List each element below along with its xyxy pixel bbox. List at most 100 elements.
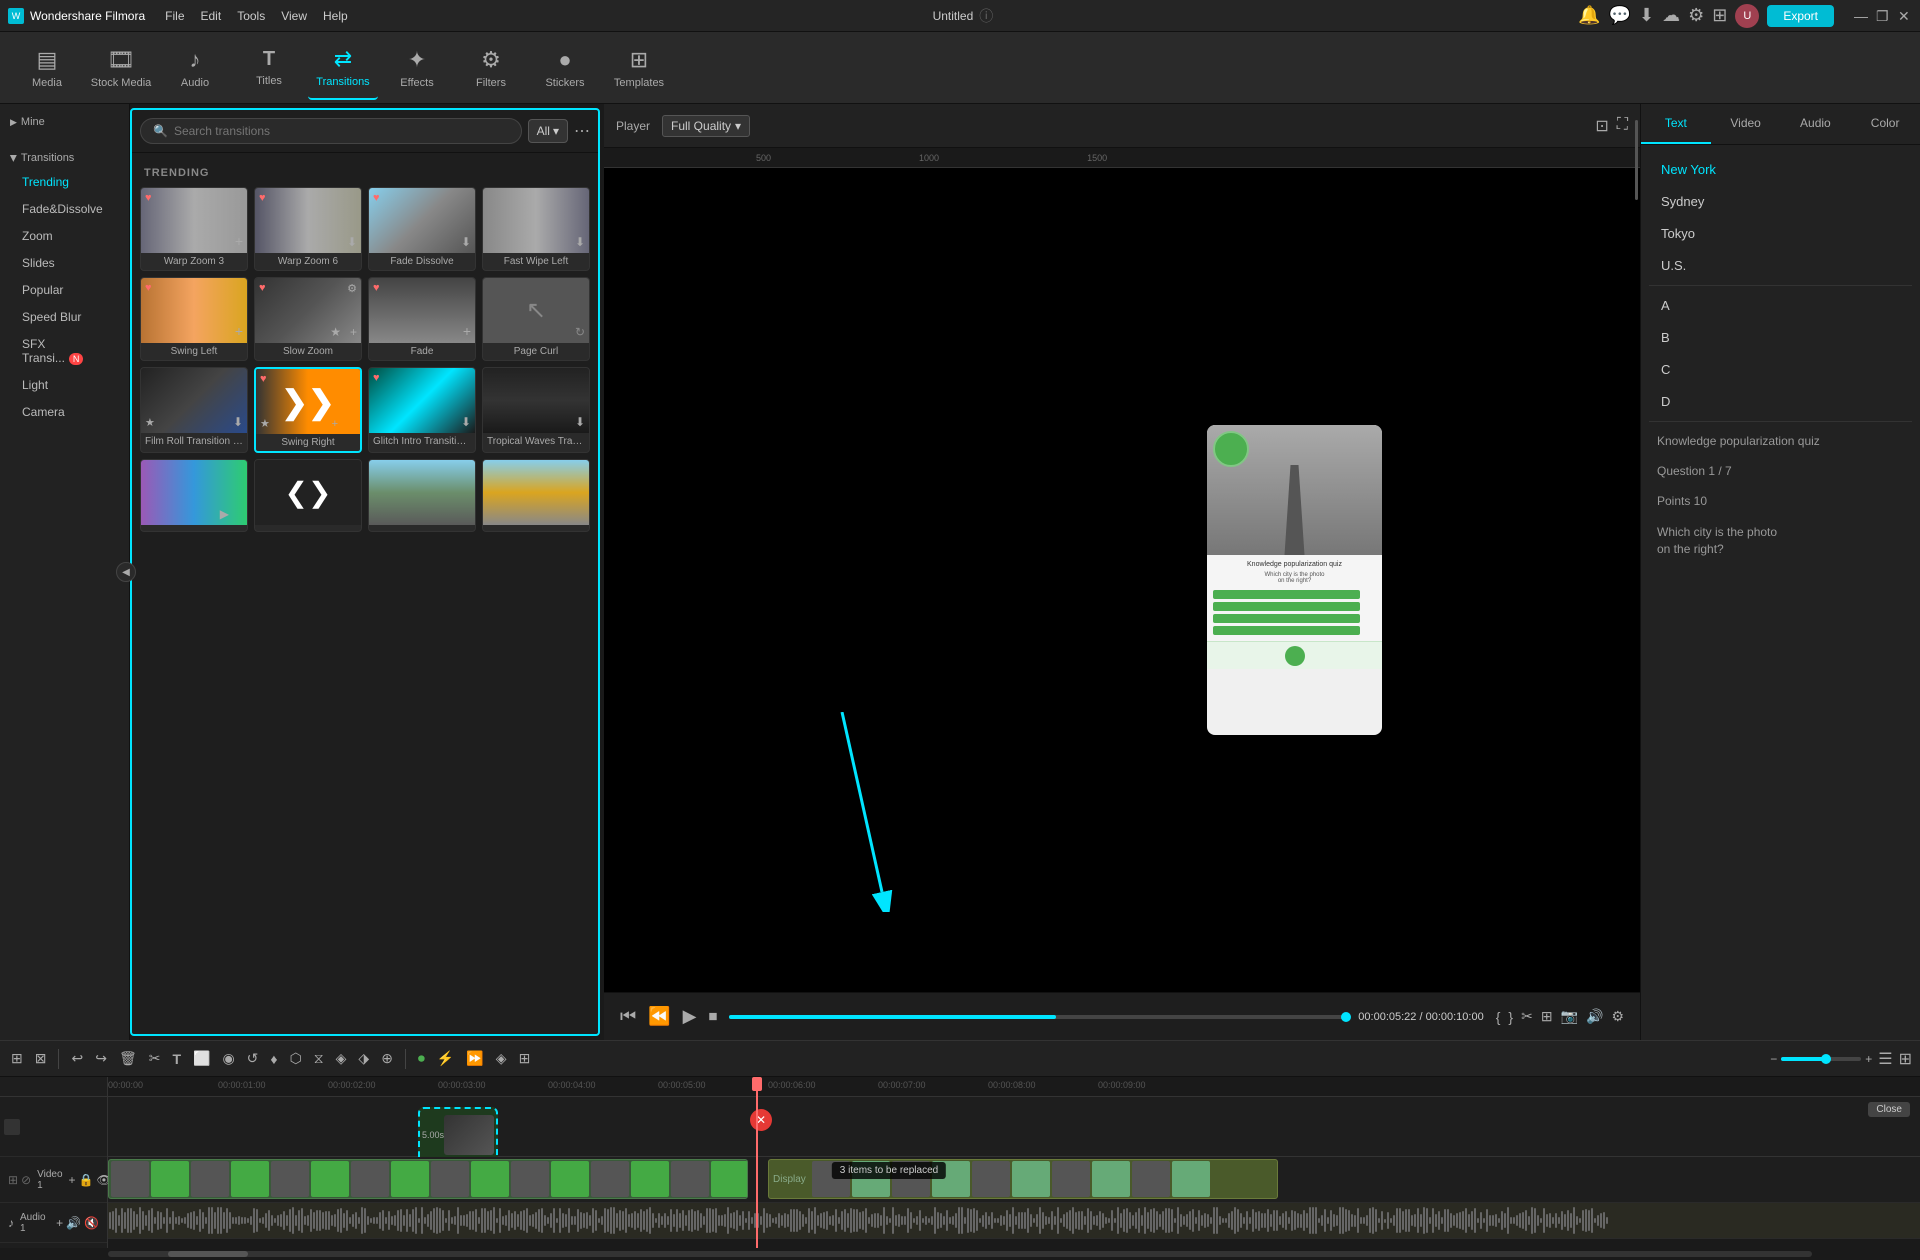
- track-link-icon[interactable]: ⊘: [21, 1173, 31, 1187]
- transition-swing-left[interactable]: ♥ + Swing Left: [140, 277, 248, 361]
- text-option-new-york[interactable]: New York: [1645, 154, 1916, 185]
- add-video-icon[interactable]: +: [69, 1173, 76, 1187]
- tl-snap-btn[interactable]: ⊞: [8, 1047, 26, 1070]
- cloud-icon[interactable]: ☁: [1662, 5, 1680, 26]
- transition-item-15[interactable]: [368, 459, 476, 532]
- transition-glitch-intro[interactable]: ♥ ⬇ Glitch Intro Transition 09: [368, 367, 476, 453]
- tool-stock-media[interactable]: 🎞 Stock Media: [86, 36, 156, 100]
- tl-delete-btn[interactable]: 🗑: [116, 1047, 140, 1070]
- tool-transitions[interactable]: ⇄ Transitions: [308, 36, 378, 100]
- text-option-d[interactable]: D: [1645, 386, 1916, 417]
- tl-grid-view-btn[interactable]: ⊞: [1899, 1049, 1912, 1069]
- search-input[interactable]: [174, 124, 509, 138]
- tab-color[interactable]: Color: [1850, 104, 1920, 144]
- tl-clock-btn[interactable]: ⧖: [311, 1047, 327, 1070]
- scroll-thumb[interactable]: [168, 1251, 248, 1257]
- snapshot-icon[interactable]: 📷: [1561, 1008, 1578, 1025]
- close-button[interactable]: ✕: [1898, 9, 1912, 23]
- add-audio-icon[interactable]: +: [56, 1216, 63, 1230]
- zoom-slider[interactable]: [1781, 1057, 1861, 1061]
- minimize-button[interactable]: —: [1854, 9, 1868, 23]
- tl-composite-btn[interactable]: ◈: [333, 1047, 350, 1070]
- settings-ctrl-icon[interactable]: ⚙: [1611, 1008, 1624, 1025]
- playhead[interactable]: [756, 1077, 758, 1096]
- tl-rect-btn[interactable]: ⬜: [190, 1047, 213, 1070]
- audio-mute-icon[interactable]: 🔇: [84, 1216, 99, 1230]
- tl-circle-btn[interactable]: ◉: [219, 1047, 237, 1070]
- transition-item-16[interactable]: [482, 459, 590, 532]
- tl-redo-btn[interactable]: ↪: [92, 1047, 110, 1070]
- transition-swing-right[interactable]: ♥ ★ + ❯❯ Swing Right: [254, 367, 362, 453]
- transition-warp-zoom-6[interactable]: ♥ ⬇ Warp Zoom 6: [254, 187, 362, 271]
- zoom-in-icon[interactable]: +: [1865, 1052, 1872, 1066]
- transition-fade[interactable]: ♥ + Fade: [368, 277, 476, 361]
- tool-audio[interactable]: ♪ Audio: [160, 36, 230, 100]
- close-btn[interactable]: Close: [1868, 1102, 1910, 1117]
- transition-film-roll[interactable]: ⬇ ★ Film Roll Transition 01: [140, 367, 248, 453]
- video-clip-1[interactable]: [108, 1159, 748, 1199]
- tl-speed-btn[interactable]: ⏩: [463, 1047, 486, 1070]
- menu-tools[interactable]: Tools: [237, 9, 265, 23]
- audio-volume-icon[interactable]: 🔊: [66, 1216, 81, 1230]
- nav-trending[interactable]: Trending: [6, 169, 123, 195]
- tl-crop-btn[interactable]: ⊞: [516, 1047, 534, 1070]
- transition-fade-dissolve[interactable]: ♥ ⬇ Fade Dissolve: [368, 187, 476, 271]
- tl-add-btn[interactable]: ⊕: [378, 1047, 396, 1070]
- sub-item-points[interactable]: Points 10: [1641, 486, 1920, 516]
- right-scrollbar[interactable]: [1635, 120, 1638, 200]
- menu-view[interactable]: View: [281, 9, 307, 23]
- close-button[interactable]: Close: [1868, 1101, 1910, 1117]
- tool-effects[interactable]: ✦ Effects: [382, 36, 452, 100]
- sub-item-quiz[interactable]: Knowledge popularization quiz: [1641, 426, 1920, 456]
- nav-camera[interactable]: Camera: [6, 399, 123, 425]
- bracket-in-icon[interactable]: {: [1496, 1009, 1501, 1025]
- avatar[interactable]: U: [1735, 4, 1759, 28]
- transition-item-14[interactable]: ❮❯: [254, 459, 362, 532]
- tl-ai-btn[interactable]: ⚡: [434, 1047, 457, 1070]
- transition-item-13[interactable]: ▶: [140, 459, 248, 532]
- nav-speed-blur[interactable]: Speed Blur: [6, 304, 123, 330]
- tab-video[interactable]: Video: [1711, 104, 1781, 144]
- video-lock-icon[interactable]: 🔒: [79, 1173, 94, 1187]
- tl-diamond-btn[interactable]: ♦: [267, 1048, 280, 1070]
- scroll-track[interactable]: [108, 1251, 1812, 1257]
- mine-header[interactable]: ▶ Mine: [0, 112, 129, 132]
- skip-back-button[interactable]: ⏮: [620, 1006, 636, 1027]
- tl-hex-btn[interactable]: ⬡: [287, 1047, 305, 1070]
- transition-fast-wipe-left[interactable]: ⬇ Fast Wipe Left: [482, 187, 590, 271]
- nav-sfx[interactable]: SFX Transi...N: [6, 331, 123, 371]
- tl-select-btn[interactable]: ⊠: [32, 1047, 50, 1070]
- video-clip-2[interactable]: Display 3 items to be repla: [768, 1159, 1278, 1199]
- tool-filters[interactable]: ⚙ Filters: [456, 36, 526, 100]
- zoom-out-icon[interactable]: −: [1770, 1052, 1777, 1066]
- text-option-b[interactable]: B: [1645, 322, 1916, 353]
- text-option-sydney[interactable]: Sydney: [1645, 186, 1916, 217]
- fullscreen-icon[interactable]: ⛶: [1617, 116, 1628, 136]
- nav-fade-dissolve[interactable]: Fade&Dissolve: [6, 196, 123, 222]
- nav-popular[interactable]: Popular: [6, 277, 123, 303]
- tl-reset-btn[interactable]: ↺: [244, 1047, 262, 1070]
- transition-tropical-waves[interactable]: ⬇ Tropical Waves Transi...: [482, 367, 590, 453]
- collapse-panel-button[interactable]: ◀: [116, 562, 136, 582]
- chat-icon[interactable]: 💬: [1609, 5, 1631, 26]
- nav-slides[interactable]: Slides: [6, 250, 123, 276]
- sub-item-which-city[interactable]: Which city is the photoon the right?: [1641, 516, 1920, 566]
- tab-text[interactable]: Text: [1641, 104, 1711, 144]
- tl-cut-btn[interactable]: ✂: [146, 1047, 164, 1070]
- tl-list-view-btn[interactable]: ☰: [1878, 1049, 1892, 1069]
- transition-slow-zoom[interactable]: ♥ ⚙ ★ + Slow Zoom: [254, 277, 362, 361]
- split-view-icon[interactable]: ⊡: [1595, 116, 1608, 136]
- text-option-us[interactable]: U.S.: [1645, 250, 1916, 281]
- quality-selector[interactable]: Full Quality ▾: [662, 115, 750, 137]
- stop-button[interactable]: ⏹: [708, 1006, 717, 1027]
- tl-undo-btn[interactable]: ↩: [68, 1047, 86, 1070]
- sub-item-question[interactable]: Question 1 / 7: [1641, 456, 1920, 486]
- menu-help[interactable]: Help: [323, 9, 348, 23]
- more-options-button[interactable]: ⋯: [574, 121, 590, 141]
- tool-templates[interactable]: ⊞ Templates: [604, 36, 674, 100]
- audio-ctrl-icon[interactable]: 🔊: [1586, 1008, 1603, 1025]
- tl-stabilize-btn[interactable]: ◈: [493, 1047, 510, 1070]
- tl-shape-btn[interactable]: ⬗: [355, 1047, 372, 1070]
- tool-stickers[interactable]: ● Stickers: [530, 36, 600, 100]
- expand-icon[interactable]: ⊞: [1541, 1008, 1553, 1025]
